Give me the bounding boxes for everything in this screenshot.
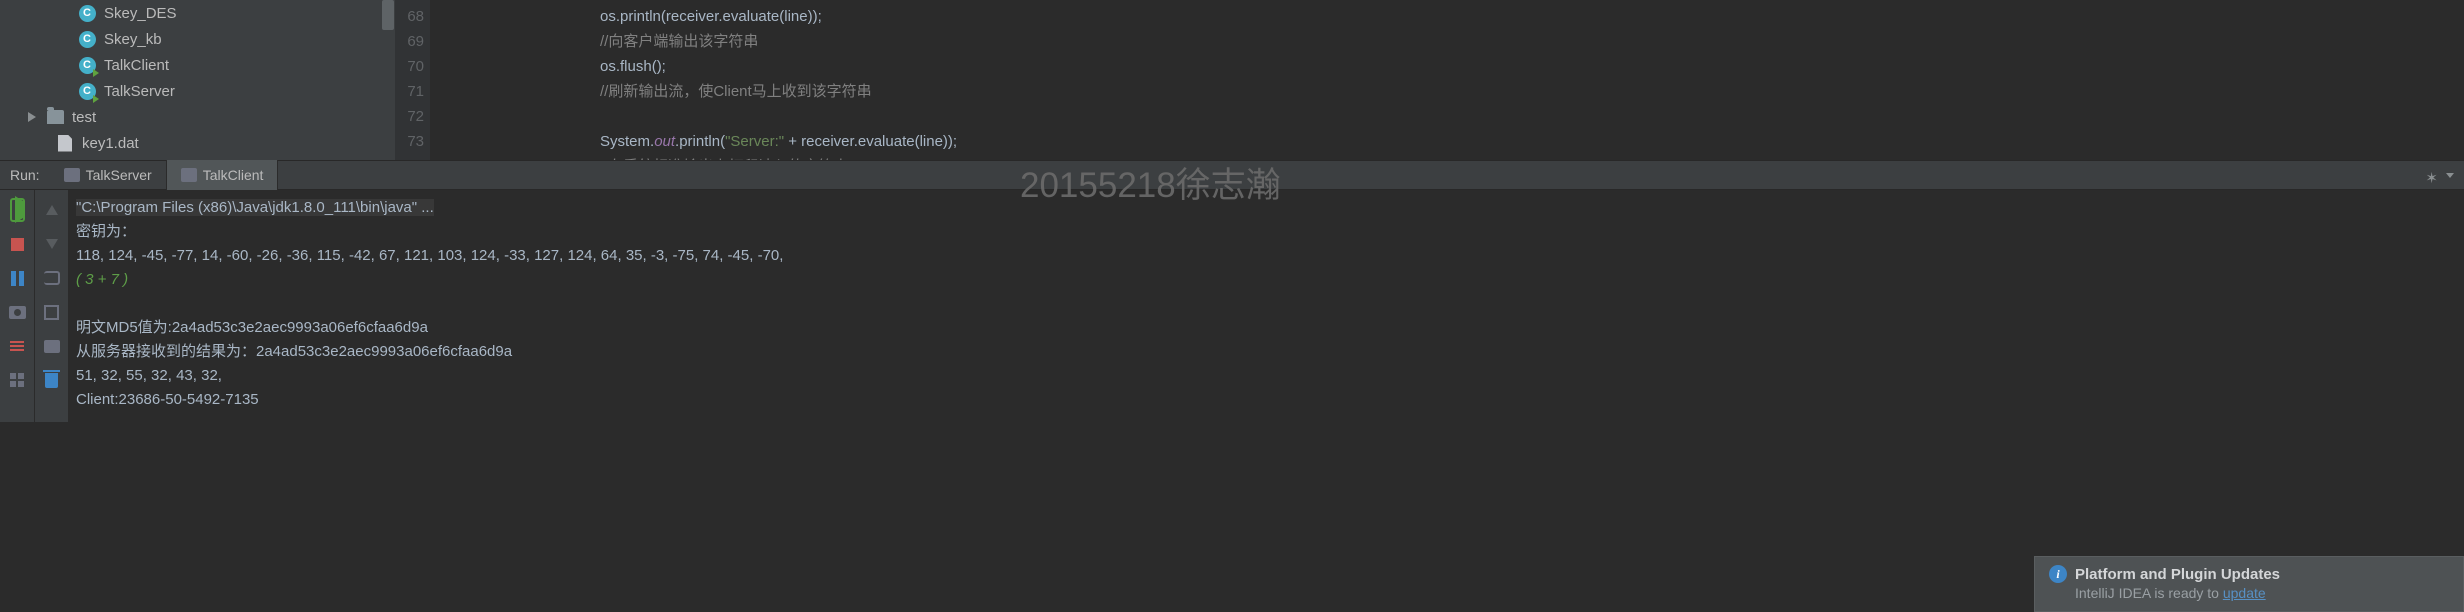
console-line: 118, 124, -45, -77, 14, -60, -26, -36, 1… xyxy=(76,244,2456,268)
update-link[interactable]: update xyxy=(2223,585,2266,601)
gear-icon[interactable]: ✶ xyxy=(2425,169,2438,187)
stop-button[interactable] xyxy=(7,234,27,254)
soft-wrap-button[interactable] xyxy=(42,268,62,288)
exit-button[interactable] xyxy=(7,336,27,356)
code-line xyxy=(600,104,2464,129)
tree-item-Skey_kb[interactable]: C Skey_kb xyxy=(0,26,395,52)
line-number: 72 xyxy=(395,104,424,129)
tree-item-label: TalkClient xyxy=(104,57,169,74)
dump-threads-button[interactable] xyxy=(7,302,27,322)
watermark-text: 20155218徐志瀚 xyxy=(1020,157,1281,208)
code-line: System.out.println("Server:" + receiver.… xyxy=(600,129,2464,154)
class-icon: C xyxy=(78,30,96,48)
tree-item-TalkServer[interactable]: C TalkServer xyxy=(0,78,395,104)
notification-title: Platform and Plugin Updates xyxy=(2075,566,2280,583)
tree-item-label: TalkServer xyxy=(104,83,175,100)
update-notification[interactable]: i Platform and Plugin Updates IntelliJ ID… xyxy=(2034,556,2464,612)
tree-item-TalkClient[interactable]: C TalkClient xyxy=(0,52,395,78)
scroll-up-button[interactable] xyxy=(42,200,62,220)
scroll-down-button[interactable] xyxy=(42,234,62,254)
folder-icon xyxy=(46,108,64,126)
project-tree: C Skey_DES C Skey_kb C TalkClient C TalkServer t… xyxy=(0,0,395,160)
run-label: Run: xyxy=(0,167,50,183)
tree-item-Skey_DES[interactable]: C Skey_DES xyxy=(0,0,395,26)
run-config-icon xyxy=(181,168,197,182)
info-icon: i xyxy=(2049,565,2067,583)
line-number: 70 xyxy=(395,54,424,79)
run-tool-tabbar: Run: TalkServerTalkClient 20155218徐志瀚 ✶ xyxy=(0,160,2464,190)
tree-item-test[interactable]: test xyxy=(0,104,395,130)
layout-button[interactable] xyxy=(7,370,27,390)
clear-button[interactable] xyxy=(42,370,62,390)
console-line: Client:23686-50-5492-7135 xyxy=(76,388,2456,412)
console-line xyxy=(76,292,2456,316)
pause-button[interactable] xyxy=(7,268,27,288)
runnable-class-icon: C xyxy=(78,82,96,100)
run-tab-TalkClient[interactable]: TalkClient xyxy=(167,160,279,190)
tree-item-label: key1.dat xyxy=(82,135,139,152)
rerun-button[interactable] xyxy=(7,200,27,220)
console-line: 密钥为： xyxy=(76,220,2456,244)
tree-item-label: Skey_DES xyxy=(104,5,177,22)
tree-item-key1.dat[interactable]: key1.dat xyxy=(0,130,395,156)
tree-scrollbar[interactable] xyxy=(381,0,395,160)
editor-gutter: 68697071727374 xyxy=(395,0,430,160)
console-line: 51, 32, 55, 32, 43, 32, xyxy=(76,364,2456,388)
code-line: //刷新输出流，使Client马上收到该字符串 xyxy=(600,79,2464,104)
gear-dropdown-icon[interactable] xyxy=(2446,173,2454,178)
run-tab-TalkServer[interactable]: TalkServer xyxy=(50,160,167,190)
code-line: os.flush(); xyxy=(600,54,2464,79)
run-toolbar-right xyxy=(34,190,68,422)
notification-body: IntelliJ IDEA is ready to xyxy=(2075,585,2223,601)
code-editor[interactable]: os.println(receiver.evaluate(line));//向客… xyxy=(430,0,2464,160)
console-line: 从服务器接收到的结果为：2a4ad53c3e2aec9993a06ef6cfaa… xyxy=(76,340,2456,364)
code-line: //向客户端输出该字符串 xyxy=(600,29,2464,54)
file-icon xyxy=(56,134,74,152)
class-icon: C xyxy=(78,4,96,22)
code-line: os.println(receiver.evaluate(line)); xyxy=(600,4,2464,29)
scroll-to-end-button[interactable] xyxy=(42,302,62,322)
line-number: 68 xyxy=(395,4,424,29)
console-input-line: ( 3 + 7 ) xyxy=(76,268,2456,292)
tree-item-label: Skey_kb xyxy=(104,31,162,48)
run-toolbar-left xyxy=(0,190,34,422)
run-tab-label: TalkClient xyxy=(203,167,264,183)
console-command: "C:\Program Files (x86)\Java\jdk1.8.0_11… xyxy=(76,199,434,216)
run-config-icon xyxy=(64,168,80,182)
runnable-class-icon: C xyxy=(78,56,96,74)
tree-item-label: test xyxy=(72,109,96,126)
print-button[interactable] xyxy=(42,336,62,356)
run-tab-label: TalkServer xyxy=(86,167,152,183)
line-number: 71 xyxy=(395,79,424,104)
console-line: 明文MD5值为:2a4ad53c3e2aec9993a06ef6cfaa6d9a xyxy=(76,316,2456,340)
console-output[interactable]: "C:\Program Files (x86)\Java\jdk1.8.0_11… xyxy=(68,190,2464,422)
line-number: 73 xyxy=(395,129,424,154)
expand-icon[interactable] xyxy=(28,112,36,122)
line-number: 69 xyxy=(395,29,424,54)
